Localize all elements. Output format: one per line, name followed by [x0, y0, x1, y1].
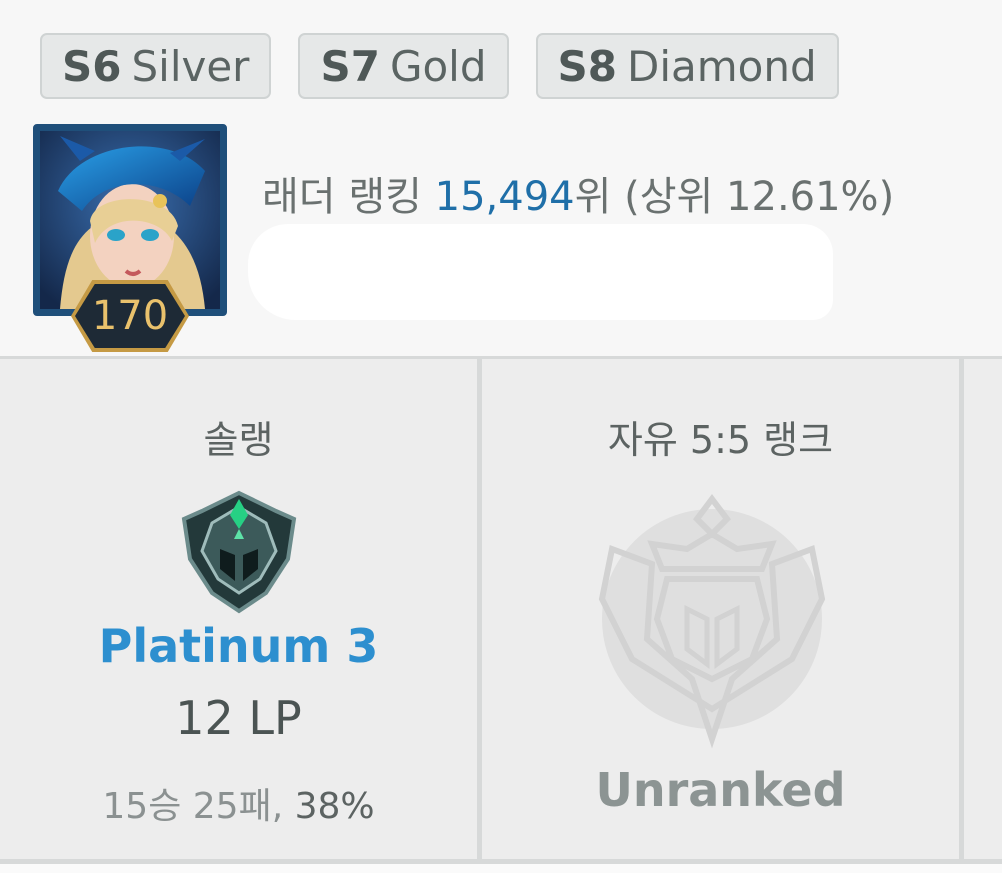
queue-title: 자유 5:5 랭크 — [607, 418, 834, 462]
summoner-level: 170 — [75, 284, 185, 348]
tier-name: Platinum 3 — [98, 619, 379, 673]
solo-rank-panel[interactable]: 솔랭 Platinum 3 12 LP 15승 25패, 38% — [0, 359, 477, 859]
profile-avatar[interactable]: 170 — [33, 124, 227, 352]
ladder-ranking: 래더 랭킹 15,494위 (상위 12.61%) — [262, 164, 894, 222]
season-tier: Diamond — [627, 41, 817, 91]
ladder-rank-suffix: 위 (상위 12.61%) — [574, 174, 895, 220]
tier-name: Unranked — [595, 763, 846, 817]
league-points: 12 LP — [175, 691, 302, 745]
ladder-rank-value[interactable]: 15,494 — [435, 174, 575, 220]
season-label: S8 — [557, 41, 617, 91]
platinum-emblem-icon — [180, 489, 298, 619]
ladder-label: 래더 랭킹 — [262, 174, 422, 220]
season-badge-s6: S6 Silver — [40, 33, 272, 99]
past-season-badges: S6 Silver S7 Gold S8 Diamond — [40, 33, 839, 99]
season-badge-s7: S7 Gold — [298, 33, 509, 99]
season-label: S6 — [62, 41, 122, 91]
next-panel-edge[interactable] — [964, 359, 1002, 859]
flex-rank-panel[interactable]: 자유 5:5 랭크 Unranked — [482, 359, 959, 859]
season-label: S7 — [320, 41, 380, 91]
season-badge-s8: S8 Diamond — [535, 33, 839, 99]
unranked-emblem-icon — [592, 489, 832, 753]
winrate: 38% — [294, 786, 375, 827]
season-tier: Silver — [131, 41, 250, 91]
queue-title: 솔랭 — [203, 418, 274, 462]
win-loss-record: 15승 25패, 38% — [0, 777, 477, 829]
redacted-area — [248, 224, 833, 320]
season-tier: Gold — [389, 41, 487, 91]
profile-header: S6 Silver S7 Gold S8 Diamond 170 래더 랭킹 1… — [0, 0, 1002, 356]
record-text: 15승 25패, — [102, 786, 284, 827]
